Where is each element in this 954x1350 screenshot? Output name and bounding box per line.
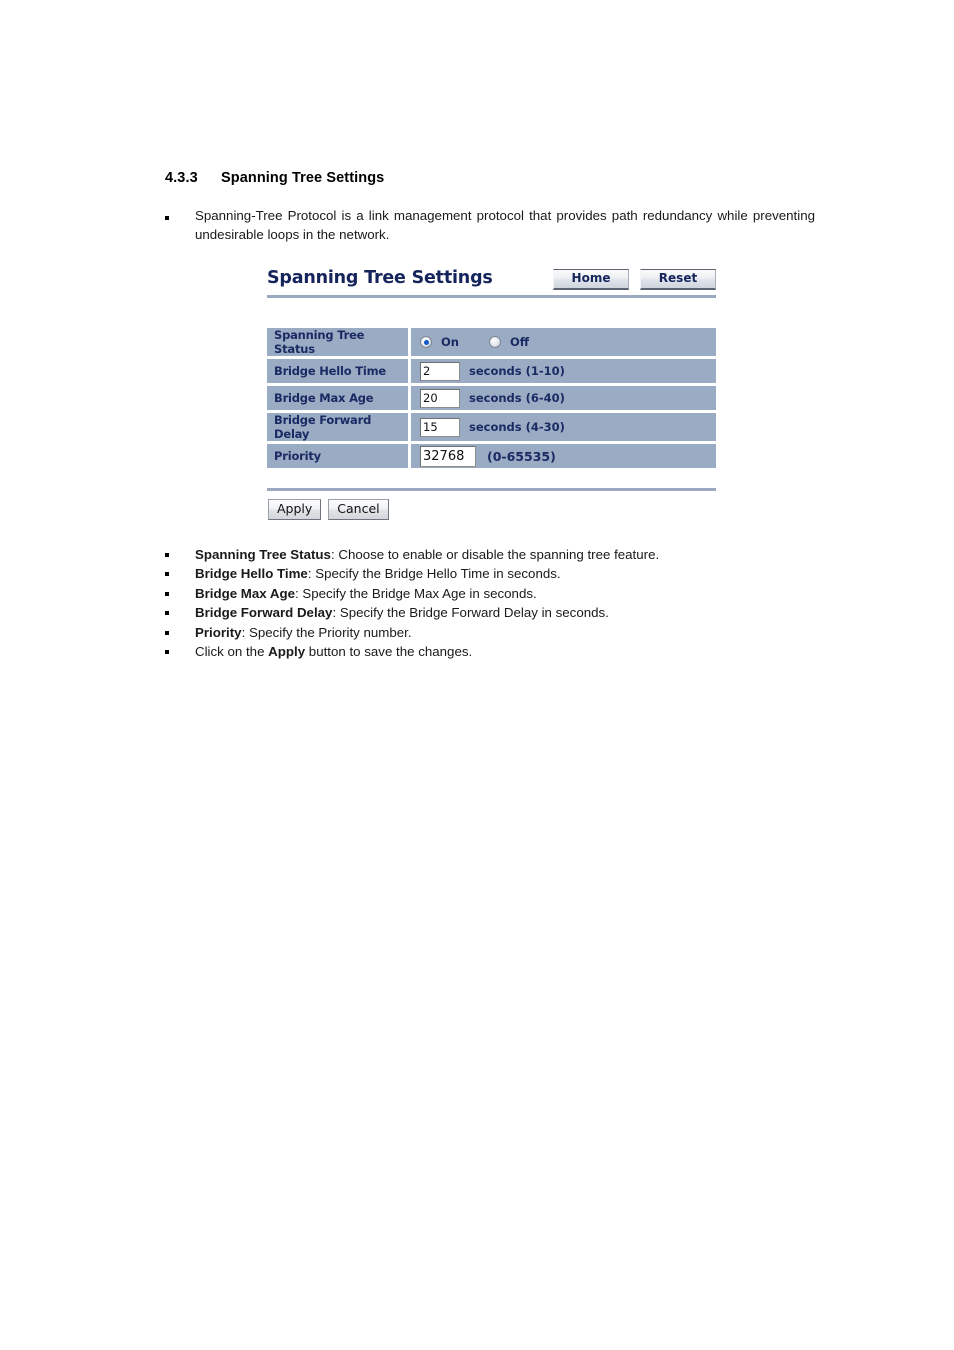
header-button-group: Home Reset	[553, 269, 716, 290]
list-item: Bridge Max Age: Specify the Bridge Max A…	[165, 584, 805, 603]
spanning-tree-settings-panel: Spanning Tree Settings Home Reset Spanni…	[267, 266, 716, 520]
row-label-bridge-hello-time: Bridge Hello Time	[267, 359, 411, 386]
square-bullet-icon	[165, 591, 169, 596]
bridge-max-age-unit: seconds (6-40)	[469, 391, 565, 405]
row-value-bridge-hello-time: 2 seconds (1-10)	[411, 359, 716, 386]
radio-off-icon[interactable]	[488, 336, 501, 348]
square-bullet-icon	[165, 572, 169, 577]
desc-pre: Click on the	[195, 644, 269, 660]
priority-field-row: 32768 (0-65535)	[420, 445, 716, 467]
header-divider	[267, 295, 716, 298]
bridge-max-age-field-row: 20 seconds (6-40)	[420, 388, 716, 408]
row-value-bridge-max-age: 20 seconds (6-40)	[411, 386, 716, 413]
table-row-bridge-hello-time: Bridge Hello Time 2 seconds (1-10)	[267, 359, 716, 386]
bridge-forward-delay-input[interactable]: 15	[420, 417, 460, 437]
bridge-hello-time-input[interactable]: 2	[420, 361, 460, 381]
priority-unit: (0-65535)	[487, 448, 556, 464]
intro-paragraph: Spanning-Tree Protocol is a link managem…	[195, 208, 815, 242]
panel-title: Spanning Tree Settings	[267, 268, 493, 288]
list-item: Priority: Specify the Priority number.	[165, 623, 805, 642]
desc-term: Bridge Forward Delay	[195, 605, 333, 621]
bridge-forward-delay-unit: seconds (4-30)	[469, 420, 565, 434]
spanning-tree-status-radio-group: On Off	[420, 335, 716, 349]
desc-term: Bridge Max Age	[195, 585, 295, 601]
settings-table: Spanning Tree Status On Off Bridge Hello…	[267, 328, 716, 468]
row-label-spanning-tree-status: Spanning Tree Status	[267, 328, 411, 359]
square-bullet-icon	[165, 215, 169, 220]
radio-off-label: Off	[509, 335, 530, 349]
bridge-hello-time-field-row: 2 seconds (1-10)	[420, 361, 716, 381]
radio-option-on[interactable]: On	[420, 335, 459, 349]
bridge-hello-time-unit: seconds (1-10)	[469, 364, 565, 378]
square-bullet-icon	[165, 611, 169, 616]
apply-button[interactable]: Apply	[268, 499, 322, 520]
table-row-priority: Priority 32768 (0-65535)	[267, 444, 716, 468]
priority-input[interactable]: 32768	[420, 445, 476, 467]
cancel-button[interactable]: Cancel	[328, 499, 389, 520]
radio-on-label: On	[441, 335, 459, 349]
home-button[interactable]: Home	[553, 269, 629, 290]
square-bullet-icon	[165, 650, 169, 655]
desc-term: Spanning Tree Status	[195, 547, 331, 562]
desc-term: Apply	[268, 644, 306, 660]
heading-number: 4.3.3	[165, 170, 198, 186]
bridge-forward-delay-field-row: 15 seconds (4-30)	[420, 417, 716, 437]
desc-rest: : Specify the Priority number.	[241, 624, 412, 640]
desc-term: Bridge Hello Time	[195, 566, 308, 582]
table-row-bridge-forward-delay: Bridge Forward Delay 15 seconds (4-30)	[267, 413, 716, 444]
row-label-priority: Priority	[267, 444, 411, 468]
list-item: Bridge Hello Time: Specify the Bridge He…	[165, 564, 805, 583]
desc-rest: : Specify the Bridge Forward Delay in se…	[332, 605, 609, 621]
desc-rest: : Choose to enable or disable the spanni…	[330, 547, 660, 562]
row-label-bridge-forward-delay: Bridge Forward Delay	[267, 413, 411, 444]
desc-rest: : Specify the Bridge Hello Time in secon…	[307, 566, 561, 582]
desc-term: Priority	[195, 624, 242, 640]
description-list: Spanning Tree Status: Choose to enable o…	[165, 545, 805, 661]
list-item: Click on the Apply button to save the ch…	[165, 642, 805, 661]
footer-divider	[267, 488, 716, 491]
intro-bullet-row: Spanning-Tree Protocol is a link managem…	[165, 208, 815, 242]
table-row-spanning-tree-status: Spanning Tree Status On Off	[267, 328, 716, 359]
radio-option-off[interactable]: Off	[488, 335, 530, 349]
heading-text: Spanning Tree Settings	[221, 170, 385, 186]
desc-rest: button to save the changes.	[305, 644, 473, 660]
row-value-bridge-forward-delay: 15 seconds (4-30)	[411, 413, 716, 444]
list-item: Bridge Forward Delay: Specify the Bridge…	[165, 603, 805, 622]
page-title: 4.3.3 Spanning Tree Settings	[165, 170, 384, 186]
reset-button[interactable]: Reset	[640, 269, 716, 290]
square-bullet-icon	[165, 553, 169, 557]
footer-button-group: Apply Cancel	[268, 499, 389, 520]
row-value-spanning-tree-status: On Off	[411, 328, 716, 359]
row-value-priority: 32768 (0-65535)	[411, 444, 716, 468]
square-bullet-icon	[165, 630, 169, 635]
bridge-max-age-input[interactable]: 20	[420, 388, 460, 408]
panel-header: Spanning Tree Settings Home Reset	[267, 266, 716, 298]
table-row-bridge-max-age: Bridge Max Age 20 seconds (6-40)	[267, 386, 716, 413]
row-label-bridge-max-age: Bridge Max Age	[267, 386, 411, 413]
desc-rest: : Specify the Bridge Max Age in seconds.	[295, 585, 537, 601]
list-item: Spanning Tree Status: Choose to enable o…	[165, 545, 805, 564]
radio-on-icon[interactable]	[420, 336, 432, 348]
